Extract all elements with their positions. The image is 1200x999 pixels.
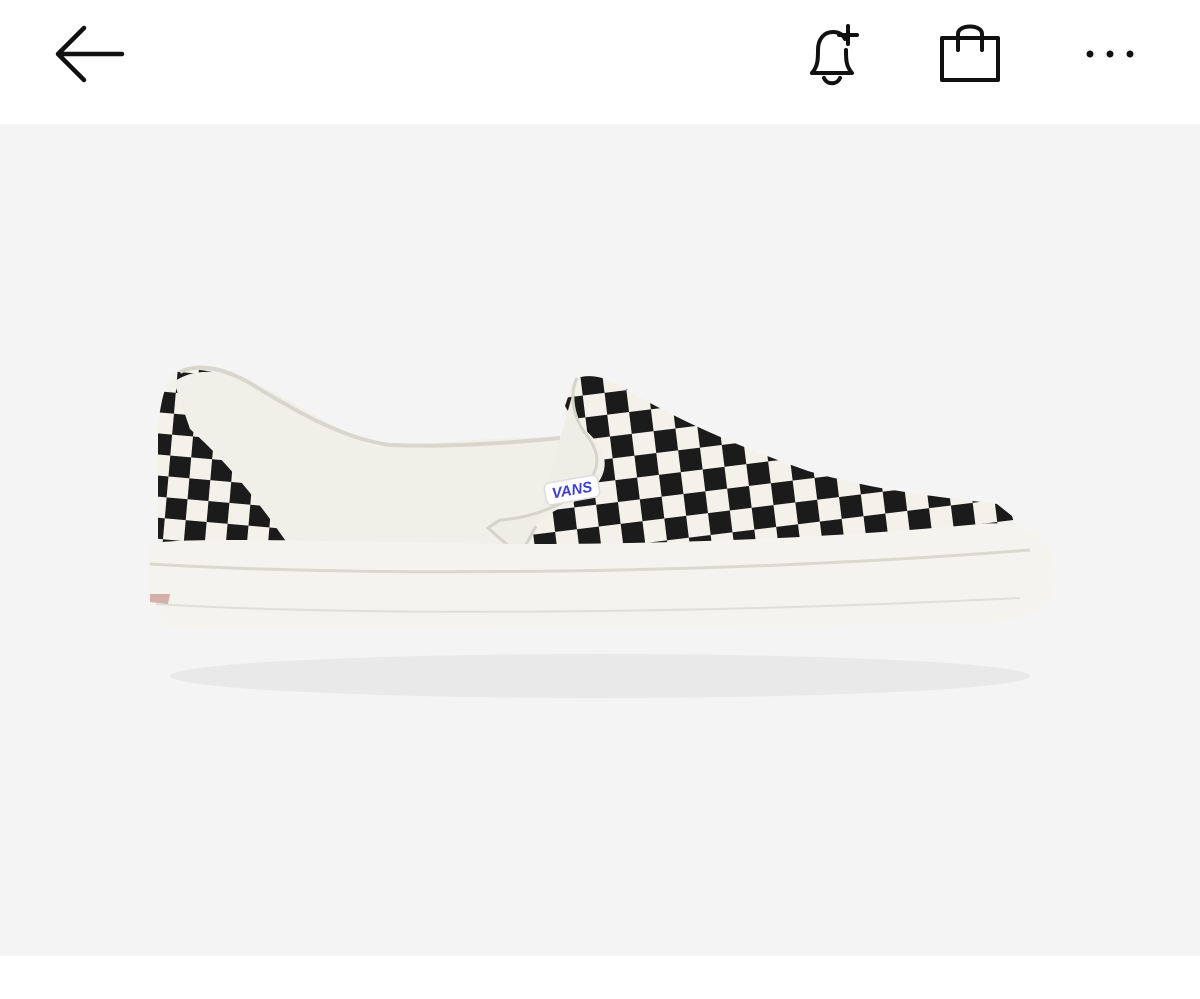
bell-plus-icon [810, 24, 859, 86]
checkerboard-slip-on-sneaker-image: VANS [148, 365, 1056, 698]
arrow-left-icon [55, 25, 125, 83]
more-options-button[interactable] [1070, 16, 1150, 92]
more-horizontal-icon [1086, 50, 1134, 58]
back-button[interactable] [48, 16, 132, 92]
bottom-content-strip [0, 956, 1200, 999]
shopping-bag-button[interactable] [930, 16, 1010, 92]
top-navigation-bar [0, 0, 1200, 124]
add-alert-button[interactable] [790, 16, 870, 92]
shopping-bag-icon [940, 24, 1000, 82]
product-image-area[interactable]: VANS [0, 124, 1200, 956]
